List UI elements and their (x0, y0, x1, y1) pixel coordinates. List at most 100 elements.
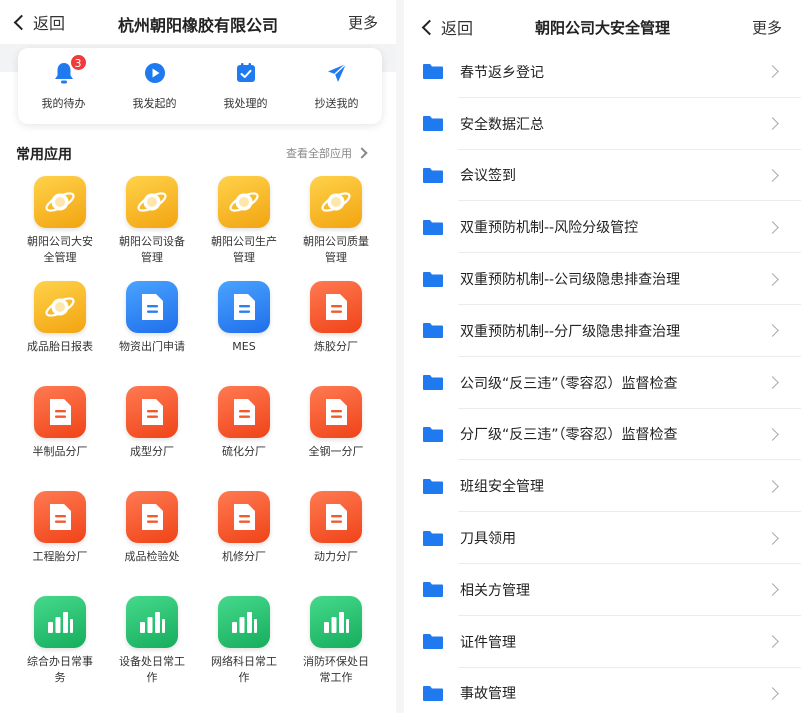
app-tile[interactable]: 网络科日常工作 (198, 596, 290, 701)
app-tile[interactable]: 消防环保处日常工作 (290, 596, 382, 701)
quick-action-handled[interactable]: 我处理的 (200, 48, 291, 124)
app-tile[interactable]: 朝阳公司生产管理 (198, 176, 290, 281)
app-label: 全钢一分厂 (308, 445, 364, 458)
app-tile[interactable]: 炼胶分厂 (290, 281, 382, 386)
app-tile[interactable]: 全钢一分厂 (290, 386, 382, 491)
page-title: 杭州朝阳橡胶有限公司 (117, 16, 278, 35)
quick-action-my-todo[interactable]: 3 我的待办 (18, 48, 109, 124)
app-tile[interactable]: 设备处日常工作 (106, 596, 198, 701)
app-label: 综合办日常事务 (27, 655, 93, 684)
chevron-right-icon (766, 117, 779, 131)
document-icon (310, 386, 362, 438)
folder-label: 证件管理 (460, 634, 516, 651)
app-label: 硫化分厂 (222, 445, 266, 458)
app-label: MES (232, 340, 256, 353)
view-all-apps-link[interactable]: 查看全部应用 (286, 145, 368, 161)
planet-icon (310, 176, 362, 228)
app-tile[interactable]: 朝阳公司大安全管理 (14, 176, 106, 281)
folder-icon (422, 63, 446, 80)
folder-row[interactable]: 公司级“反三违”（零容忍）监督检查 (404, 357, 801, 409)
app-label: 物资出门申请 (119, 340, 185, 353)
app-tile[interactable]: 动力分厂 (290, 491, 382, 596)
app-label: 成品胎日报表 (27, 340, 93, 353)
app-label: 朝阳公司设备管理 (119, 235, 185, 264)
app-tile[interactable]: 硫化分厂 (198, 386, 290, 491)
chevron-right-icon (766, 531, 779, 545)
chevron-right-icon (766, 583, 779, 597)
app-tile[interactable]: 朝阳公司质量管理 (290, 176, 382, 281)
app-tile[interactable]: 物资出门申请 (106, 281, 198, 386)
folder-row[interactable]: 会议签到 (404, 150, 801, 202)
chevron-right-icon (356, 147, 368, 159)
folder-icon (422, 685, 446, 702)
app-tile[interactable]: MES (198, 281, 290, 386)
chevron-right-icon (766, 324, 779, 338)
app-label: 成型分厂 (130, 445, 174, 458)
folder-row[interactable]: 双重预防机制--风险分级管控 (404, 201, 801, 253)
app-label: 设备处日常工作 (119, 655, 185, 684)
planet-icon (126, 176, 178, 228)
folder-icon (422, 322, 446, 339)
document-icon (218, 386, 270, 438)
folder-icon (422, 374, 446, 391)
folder-label: 公司级“反三违”（零容忍）监督检查 (460, 375, 678, 392)
chevron-right-icon (766, 376, 779, 390)
section-title: 常用应用 (16, 147, 72, 163)
folder-row[interactable]: 双重预防机制--分厂级隐患排查治理 (404, 305, 801, 357)
folder-row[interactable]: 分厂级“反三违”（零容忍）监督检查 (404, 409, 801, 461)
bar-chart-icon (126, 596, 178, 648)
more-button[interactable]: 更多 (348, 12, 378, 33)
document-icon (126, 281, 178, 333)
app-tile[interactable]: 半制品分厂 (14, 386, 106, 491)
check-box-icon (233, 60, 259, 86)
quick-action-initiated[interactable]: 我发起的 (109, 48, 200, 124)
notification-badge: 3 (69, 54, 87, 71)
app-label: 工程胎分厂 (32, 550, 88, 563)
folder-label: 双重预防机制--分厂级隐患排查治理 (460, 323, 681, 340)
app-tile[interactable]: 成品检验处 (106, 491, 198, 596)
folder-label: 会议签到 (460, 168, 516, 185)
app-tile[interactable]: 朝阳公司设备管理 (106, 176, 198, 281)
app-tile[interactable]: 成品胎日报表 (14, 281, 106, 386)
document-icon (34, 386, 86, 438)
quick-action-cc-me[interactable]: 抄送我的 (291, 48, 382, 124)
folder-row[interactable]: 证件管理 (404, 616, 801, 668)
folder-row[interactable]: 刀具领用 (404, 512, 801, 564)
chevron-right-icon (766, 169, 779, 182)
folder-label: 春节返乡登记 (460, 64, 544, 81)
folder-row[interactable]: 双重预防机制--公司级隐患排查治理 (404, 253, 801, 305)
app-tile[interactable]: 工程胎分厂 (14, 491, 106, 596)
folder-label: 分厂级“反三违”（零容忍）监督检查 (460, 427, 678, 444)
app-tile[interactable]: 机修分厂 (198, 491, 290, 596)
quick-actions-card: 3 我的待办 我发起的 我处理的 抄送我的 (18, 48, 382, 124)
app-label: 半制品分厂 (32, 445, 88, 458)
app-tile[interactable]: 综合办日常事务 (14, 596, 106, 701)
more-button[interactable]: 更多 (752, 17, 782, 38)
folder-row[interactable]: 相关方管理 (404, 564, 801, 616)
folder-icon (422, 271, 446, 288)
folder-icon (422, 426, 446, 443)
chevron-right-icon (766, 272, 779, 286)
folder-icon (422, 478, 446, 495)
page-title: 朝阳公司大安全管理 (534, 19, 670, 37)
planet-icon (34, 176, 86, 228)
bell-icon: 3 (51, 54, 87, 86)
app-label: 网络科日常工作 (211, 655, 277, 684)
folder-icon (422, 633, 446, 650)
folder-row[interactable]: 事故管理 (404, 668, 801, 713)
folder-list: 春节返乡登记安全数据汇总会议签到双重预防机制--风险分级管控 双重预防机制--公司… (404, 46, 801, 713)
folder-label: 刀具领用 (460, 531, 516, 548)
play-icon (142, 60, 168, 86)
folder-label: 事故管理 (460, 686, 516, 703)
chevron-right-icon (766, 220, 779, 234)
folder-row[interactable]: 安全数据汇总 (404, 98, 801, 150)
folder-icon (422, 115, 446, 132)
folder-row[interactable]: 春节返乡登记 (404, 46, 801, 98)
folder-row[interactable]: 班组安全管理 (404, 460, 801, 512)
bar-chart-icon (34, 596, 86, 648)
app-tile[interactable]: 成型分厂 (106, 386, 198, 491)
left-screen: 返回 杭州朝阳橡胶有限公司 更多 3 我的待办 我发起的 我处理的 抄送我的 常… (0, 0, 396, 713)
planet-icon (34, 281, 86, 333)
app-label: 机修分厂 (222, 550, 266, 563)
app-label: 动力分厂 (314, 550, 358, 563)
